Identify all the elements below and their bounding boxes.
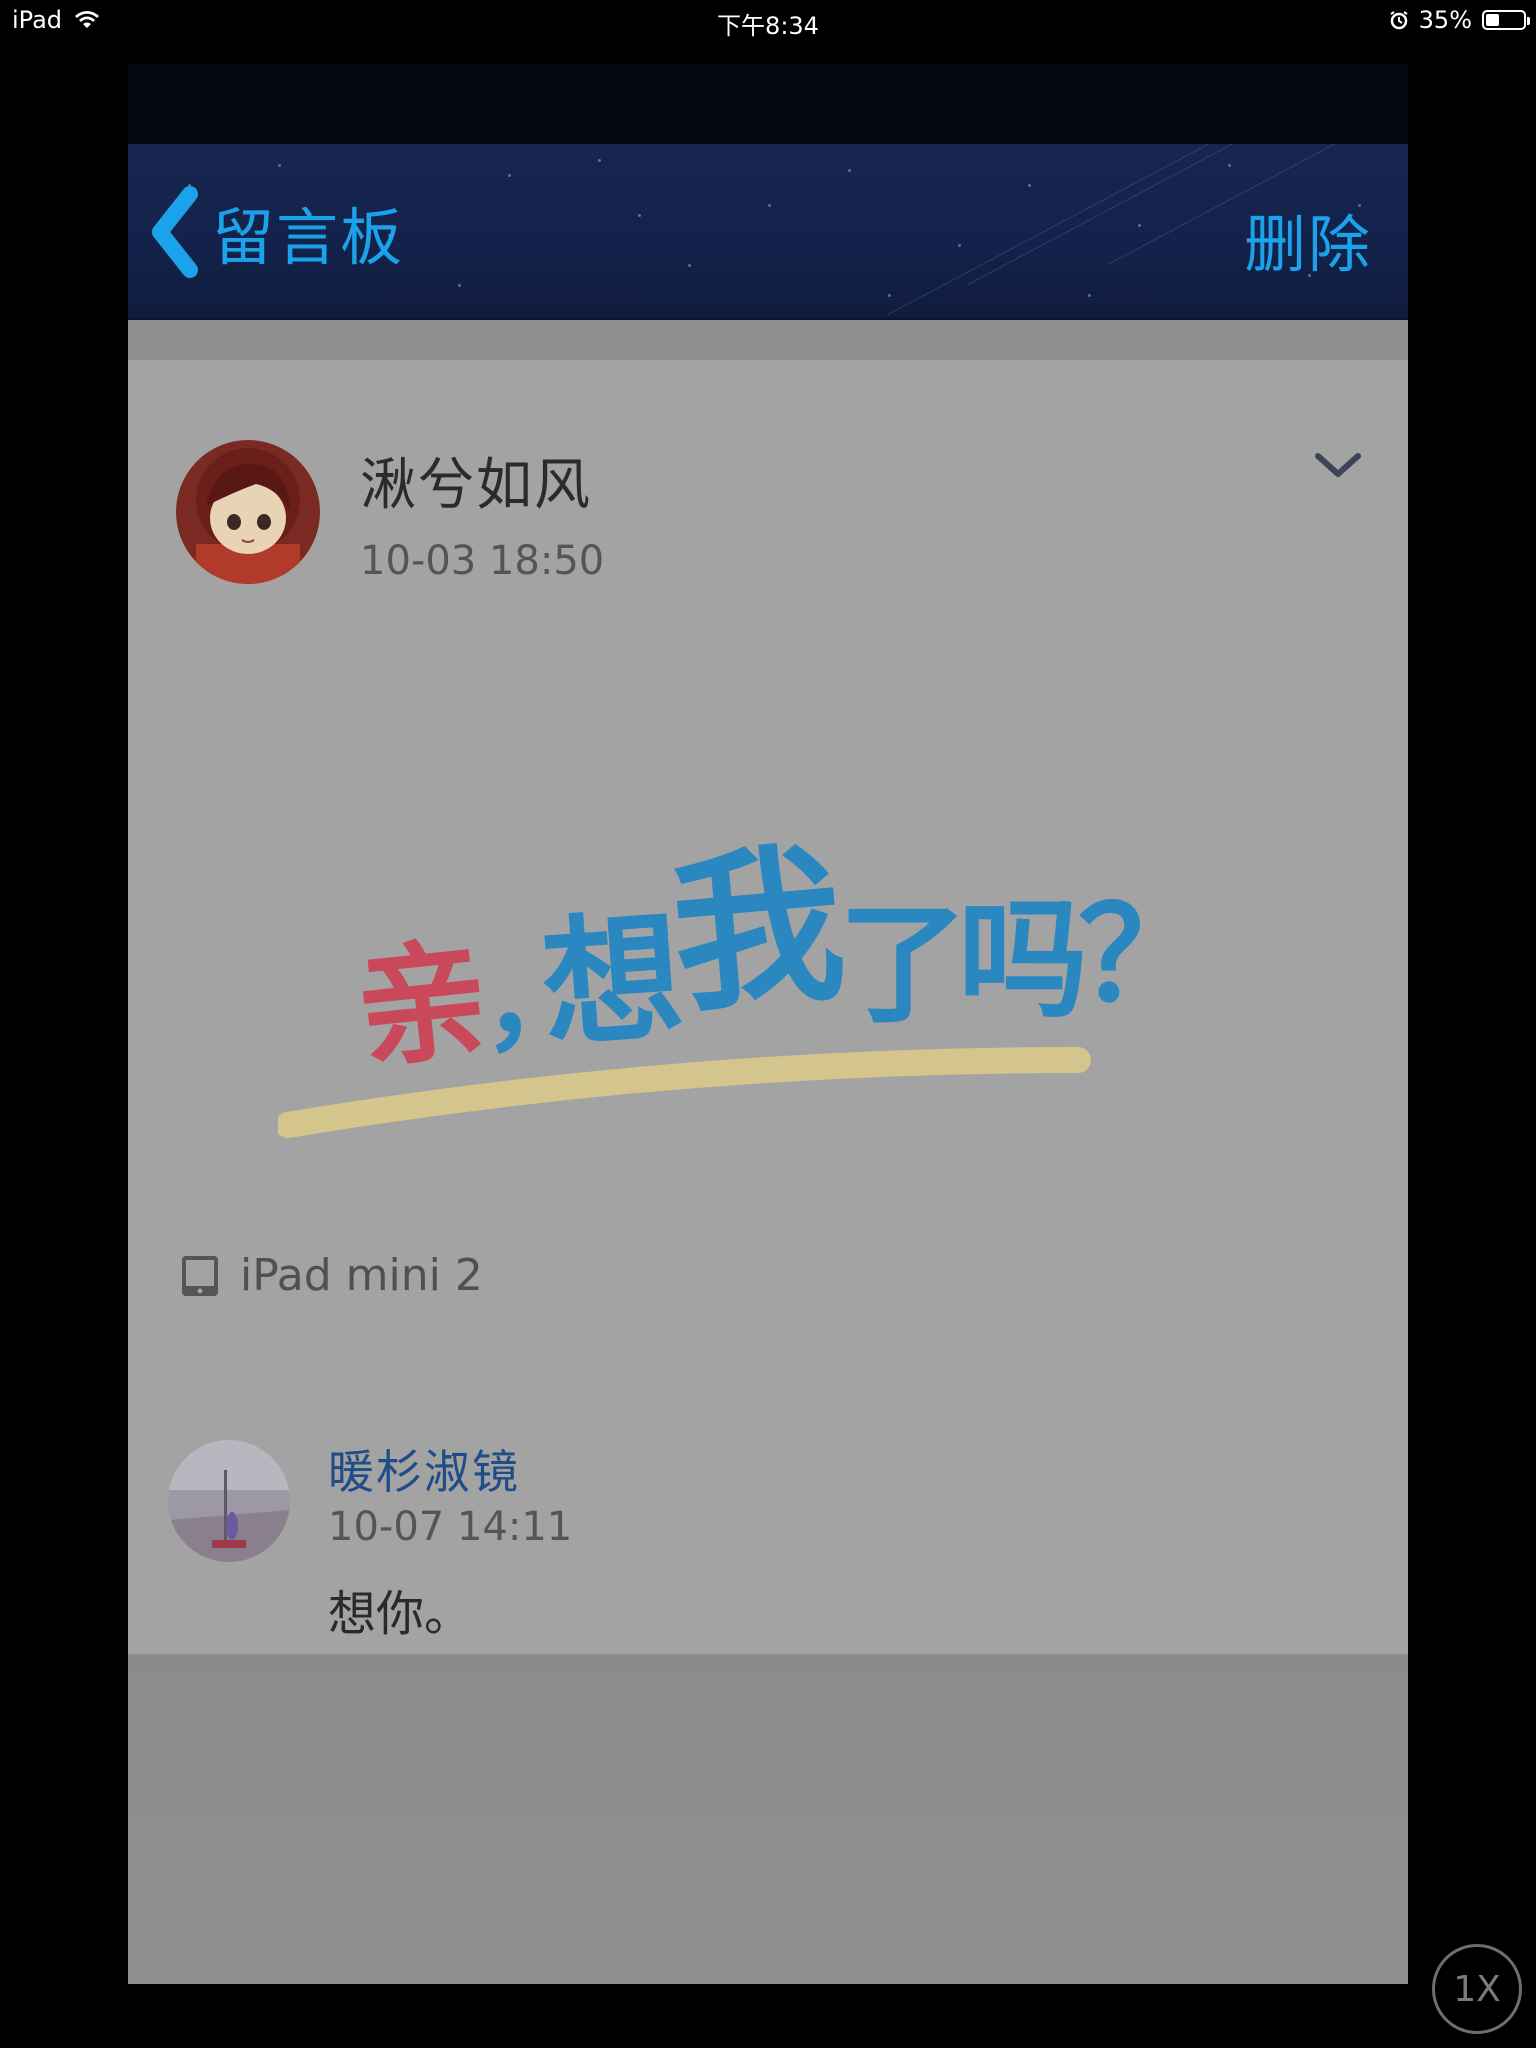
nav-star [278, 164, 281, 167]
sticker-char: 了 [838, 889, 968, 1041]
nav-star [958, 244, 961, 247]
reply-time: 10-07 14:11 [328, 1504, 573, 1550]
sticker-char: 想 [537, 896, 688, 1068]
app-top-strip [128, 64, 1408, 144]
battery-icon [1482, 10, 1530, 30]
avatar[interactable] [176, 440, 320, 584]
battery-percent: 35% [1418, 6, 1472, 34]
nav-star [1088, 294, 1091, 297]
back-button[interactable]: 留言板 [146, 182, 404, 282]
post-time: 10-03 18:50 [360, 538, 605, 584]
avatar[interactable] [168, 1440, 290, 1562]
separator-strip [128, 320, 1408, 360]
nav-star [598, 159, 601, 162]
sticker-image: 亲 ， 想 我 了 吗 ？ [278, 825, 1208, 1138]
nav-star [768, 204, 771, 207]
delete-button[interactable]: 删除 [1244, 194, 1372, 284]
reply-author[interactable]: 暖杉淑镜 [328, 1436, 520, 1502]
nav-streak [887, 144, 1260, 315]
tablet-icon [182, 1255, 218, 1296]
navigation-bar: 留言板 删除 [128, 144, 1408, 320]
nav-star [1138, 224, 1141, 227]
back-label: 留言板 [212, 201, 405, 274]
nav-star [888, 294, 891, 297]
message-card: 湫兮如风 10-03 18:50 亲 ， 想 我 了 吗 ？ iPad mini… [128, 360, 1408, 1654]
sticker-char: 亲 [350, 922, 495, 1087]
nav-star [458, 284, 461, 287]
zoom-toggle-button[interactable]: 1X [1432, 1944, 1522, 2034]
reply-text: 想你。 [328, 1586, 473, 1642]
chevron-down-icon[interactable] [1308, 440, 1368, 490]
alarm-icon [1390, 11, 1408, 30]
device-info: iPad mini 2 [178, 1250, 483, 1301]
app-window: 留言板 删除 湫兮如风 10-03 18:50 亲 ， 想 我 了 吗 ？ iP… [128, 64, 1408, 1984]
sticker-char: 吗 [958, 884, 1088, 1036]
ipad-screen: iPad 下午8:34 35% 留言板 删除 湫兮如风 10-03 18:50 … [0, 0, 1536, 2048]
reply-avatar-photo [168, 1440, 290, 1562]
status-time: 下午8:34 [717, 12, 819, 40]
device-label: iPad mini 2 [240, 1250, 483, 1301]
status-right: 35% [1379, 6, 1530, 34]
status-bar: iPad 下午8:34 35% [0, 0, 1536, 40]
post-author[interactable]: 湫兮如风 [360, 440, 592, 521]
empty-area [128, 1654, 1408, 1984]
nav-star [638, 214, 641, 217]
nav-star [848, 169, 851, 172]
avatar-illustration [176, 440, 320, 584]
nav-star [688, 264, 691, 267]
chevron-left-icon [152, 186, 198, 278]
sticker-char: ？ [1078, 879, 1208, 1031]
nav-star [1028, 184, 1031, 187]
battery-level [1486, 14, 1499, 26]
sticker-char: 我 [665, 825, 852, 1037]
nav-star [1228, 164, 1231, 167]
nav-star [508, 174, 511, 177]
